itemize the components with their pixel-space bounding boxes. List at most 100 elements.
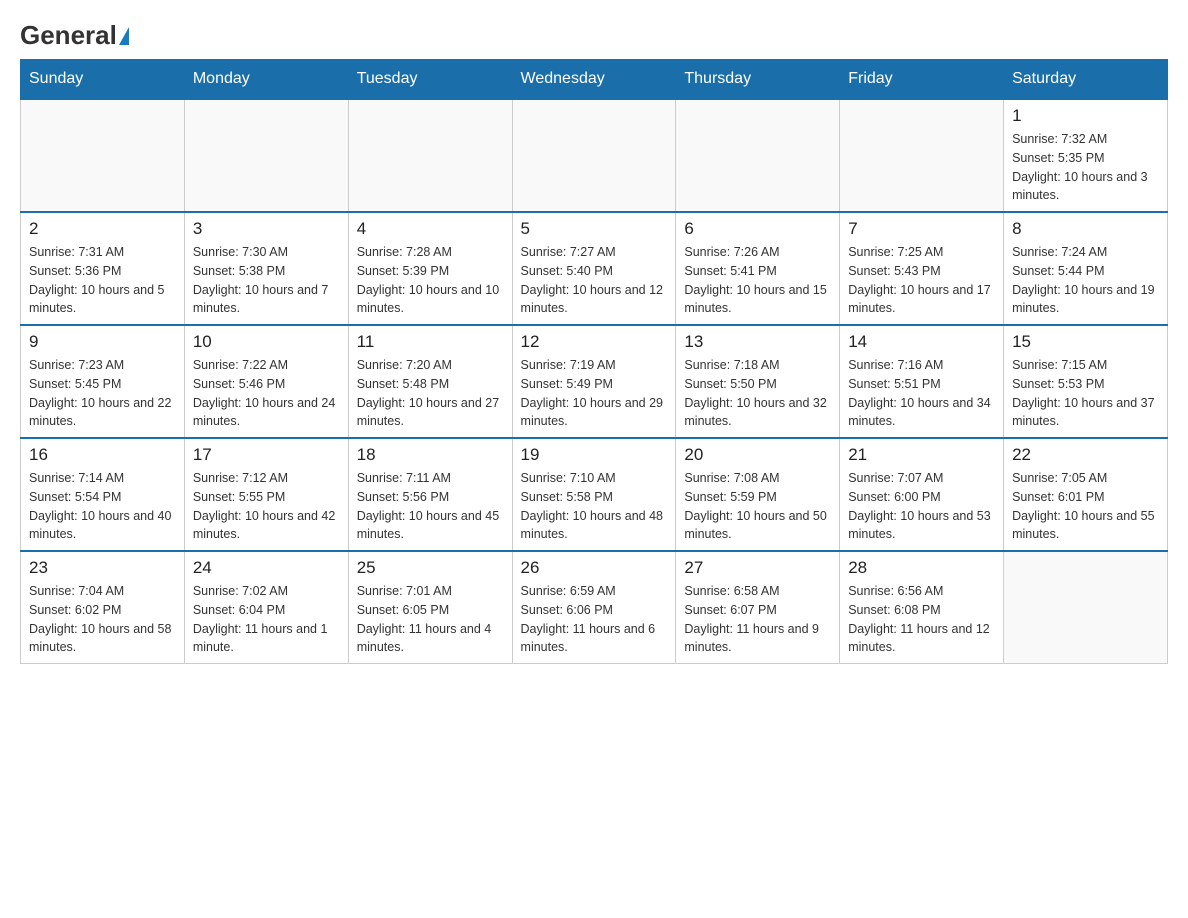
- calendar-cell: 16 Sunrise: 7:14 AM Sunset: 5:54 PM Dayli…: [21, 438, 185, 551]
- day-number: 5: [521, 219, 668, 239]
- day-info: Sunrise: 7:18 AM Sunset: 5:50 PM Dayligh…: [684, 356, 831, 431]
- calendar-cell: [184, 99, 348, 212]
- day-info: Sunrise: 7:31 AM Sunset: 5:36 PM Dayligh…: [29, 243, 176, 318]
- day-info: Sunrise: 7:02 AM Sunset: 6:04 PM Dayligh…: [193, 582, 340, 657]
- calendar-cell: 7Sunrise: 7:25 AM Sunset: 5:43 PM Daylig…: [840, 212, 1004, 325]
- day-number: 25: [357, 558, 504, 578]
- calendar-cell: [348, 99, 512, 212]
- day-info: Sunrise: 7:07 AM Sunset: 6:00 PM Dayligh…: [848, 469, 995, 544]
- calendar-cell: [512, 99, 676, 212]
- calendar-cell: [676, 99, 840, 212]
- day-number: 26: [521, 558, 668, 578]
- calendar-cell: 9Sunrise: 7:23 AM Sunset: 5:45 PM Daylig…: [21, 325, 185, 438]
- day-number: 16: [29, 445, 176, 465]
- calendar-cell: 11 Sunrise: 7:20 AM Sunset: 5:48 PM Dayli…: [348, 325, 512, 438]
- calendar-cell: 18 Sunrise: 7:11 AM Sunset: 5:56 PM Dayli…: [348, 438, 512, 551]
- day-number: 21: [848, 445, 995, 465]
- day-number: 23: [29, 558, 176, 578]
- calendar-cell: 22 Sunrise: 7:05 AM Sunset: 6:01 PM Dayli…: [1004, 438, 1168, 551]
- weekday-header-row: SundayMondayTuesdayWednesdayThursdayFrid…: [21, 60, 1168, 100]
- weekday-header-friday: Friday: [840, 60, 1004, 100]
- day-info: Sunrise: 7:20 AM Sunset: 5:48 PM Dayligh…: [357, 356, 504, 431]
- day-info: Sunrise: 7:15 AM Sunset: 5:53 PM Dayligh…: [1012, 356, 1159, 431]
- calendar-cell: [21, 99, 185, 212]
- day-number: 6: [684, 219, 831, 239]
- weekday-header-monday: Monday: [184, 60, 348, 100]
- day-number: 12: [521, 332, 668, 352]
- calendar-cell: 19Sunrise: 7:10 AM Sunset: 5:58 PM Dayli…: [512, 438, 676, 551]
- calendar-table: SundayMondayTuesdayWednesdayThursdayFrid…: [20, 59, 1168, 664]
- page-header: General: [20, 20, 1168, 43]
- day-info: Sunrise: 7:24 AM Sunset: 5:44 PM Dayligh…: [1012, 243, 1159, 318]
- day-info: Sunrise: 7:25 AM Sunset: 5:43 PM Dayligh…: [848, 243, 995, 318]
- calendar-cell: 6 Sunrise: 7:26 AM Sunset: 5:41 PM Daylig…: [676, 212, 840, 325]
- day-number: 22: [1012, 445, 1159, 465]
- calendar-cell: 14 Sunrise: 7:16 AM Sunset: 5:51 PM Dayli…: [840, 325, 1004, 438]
- logo-general-text: General: [20, 20, 117, 51]
- week-row-2: 2 Sunrise: 7:31 AM Sunset: 5:36 PM Daylig…: [21, 212, 1168, 325]
- day-info: Sunrise: 7:05 AM Sunset: 6:01 PM Dayligh…: [1012, 469, 1159, 544]
- day-number: 13: [684, 332, 831, 352]
- calendar-cell: 2 Sunrise: 7:31 AM Sunset: 5:36 PM Daylig…: [21, 212, 185, 325]
- day-number: 1: [1012, 106, 1159, 126]
- day-number: 2: [29, 219, 176, 239]
- day-info: Sunrise: 6:59 AM Sunset: 6:06 PM Dayligh…: [521, 582, 668, 657]
- day-number: 15: [1012, 332, 1159, 352]
- logo-triangle-icon: [119, 27, 129, 45]
- day-info: Sunrise: 7:11 AM Sunset: 5:56 PM Dayligh…: [357, 469, 504, 544]
- week-row-5: 23 Sunrise: 7:04 AM Sunset: 6:02 PM Dayli…: [21, 551, 1168, 664]
- day-number: 10: [193, 332, 340, 352]
- day-info: Sunrise: 7:08 AM Sunset: 5:59 PM Dayligh…: [684, 469, 831, 544]
- day-info: Sunrise: 7:30 AM Sunset: 5:38 PM Dayligh…: [193, 243, 340, 318]
- calendar-cell: 3 Sunrise: 7:30 AM Sunset: 5:38 PM Daylig…: [184, 212, 348, 325]
- calendar-cell: 24 Sunrise: 7:02 AM Sunset: 6:04 PM Dayli…: [184, 551, 348, 664]
- day-info: Sunrise: 7:14 AM Sunset: 5:54 PM Dayligh…: [29, 469, 176, 544]
- week-row-1: 1 Sunrise: 7:32 AM Sunset: 5:35 PM Daylig…: [21, 99, 1168, 212]
- week-row-3: 9Sunrise: 7:23 AM Sunset: 5:45 PM Daylig…: [21, 325, 1168, 438]
- day-number: 14: [848, 332, 995, 352]
- day-info: Sunrise: 7:12 AM Sunset: 5:55 PM Dayligh…: [193, 469, 340, 544]
- calendar-cell: 26 Sunrise: 6:59 AM Sunset: 6:06 PM Dayli…: [512, 551, 676, 664]
- calendar-cell: 4 Sunrise: 7:28 AM Sunset: 5:39 PM Daylig…: [348, 212, 512, 325]
- calendar-cell: 1 Sunrise: 7:32 AM Sunset: 5:35 PM Daylig…: [1004, 99, 1168, 212]
- day-number: 4: [357, 219, 504, 239]
- day-info: Sunrise: 7:16 AM Sunset: 5:51 PM Dayligh…: [848, 356, 995, 431]
- calendar-cell: 17Sunrise: 7:12 AM Sunset: 5:55 PM Dayli…: [184, 438, 348, 551]
- calendar-cell: 13 Sunrise: 7:18 AM Sunset: 5:50 PM Dayli…: [676, 325, 840, 438]
- day-number: 28: [848, 558, 995, 578]
- day-number: 27: [684, 558, 831, 578]
- calendar-cell: 27Sunrise: 6:58 AM Sunset: 6:07 PM Dayli…: [676, 551, 840, 664]
- calendar-cell: 8 Sunrise: 7:24 AM Sunset: 5:44 PM Daylig…: [1004, 212, 1168, 325]
- day-info: Sunrise: 7:27 AM Sunset: 5:40 PM Dayligh…: [521, 243, 668, 318]
- logo: General: [20, 20, 131, 43]
- day-info: Sunrise: 7:32 AM Sunset: 5:35 PM Dayligh…: [1012, 130, 1159, 205]
- calendar-cell: 20 Sunrise: 7:08 AM Sunset: 5:59 PM Dayli…: [676, 438, 840, 551]
- day-number: 8: [1012, 219, 1159, 239]
- day-info: Sunrise: 7:26 AM Sunset: 5:41 PM Dayligh…: [684, 243, 831, 318]
- day-info: Sunrise: 7:04 AM Sunset: 6:02 PM Dayligh…: [29, 582, 176, 657]
- day-number: 18: [357, 445, 504, 465]
- calendar-cell: 21 Sunrise: 7:07 AM Sunset: 6:00 PM Dayli…: [840, 438, 1004, 551]
- calendar-cell: [840, 99, 1004, 212]
- calendar-cell: 10 Sunrise: 7:22 AM Sunset: 5:46 PM Dayli…: [184, 325, 348, 438]
- day-number: 3: [193, 219, 340, 239]
- day-info: Sunrise: 7:22 AM Sunset: 5:46 PM Dayligh…: [193, 356, 340, 431]
- day-number: 24: [193, 558, 340, 578]
- day-info: Sunrise: 7:19 AM Sunset: 5:49 PM Dayligh…: [521, 356, 668, 431]
- calendar-cell: 28 Sunrise: 6:56 AM Sunset: 6:08 PM Dayli…: [840, 551, 1004, 664]
- calendar-cell: 12 Sunrise: 7:19 AM Sunset: 5:49 PM Dayli…: [512, 325, 676, 438]
- calendar-cell: 25 Sunrise: 7:01 AM Sunset: 6:05 PM Dayli…: [348, 551, 512, 664]
- day-number: 11: [357, 332, 504, 352]
- day-info: Sunrise: 6:56 AM Sunset: 6:08 PM Dayligh…: [848, 582, 995, 657]
- calendar-cell: 5 Sunrise: 7:27 AM Sunset: 5:40 PM Daylig…: [512, 212, 676, 325]
- day-number: 19: [521, 445, 668, 465]
- week-row-4: 16 Sunrise: 7:14 AM Sunset: 5:54 PM Dayli…: [21, 438, 1168, 551]
- calendar-cell: 23 Sunrise: 7:04 AM Sunset: 6:02 PM Dayli…: [21, 551, 185, 664]
- day-info: Sunrise: 7:23 AM Sunset: 5:45 PM Dayligh…: [29, 356, 176, 431]
- day-info: Sunrise: 7:01 AM Sunset: 6:05 PM Dayligh…: [357, 582, 504, 657]
- weekday-header-saturday: Saturday: [1004, 60, 1168, 100]
- calendar-cell: 15 Sunrise: 7:15 AM Sunset: 5:53 PM Dayli…: [1004, 325, 1168, 438]
- day-number: 20: [684, 445, 831, 465]
- day-info: Sunrise: 7:28 AM Sunset: 5:39 PM Dayligh…: [357, 243, 504, 318]
- weekday-header-tuesday: Tuesday: [348, 60, 512, 100]
